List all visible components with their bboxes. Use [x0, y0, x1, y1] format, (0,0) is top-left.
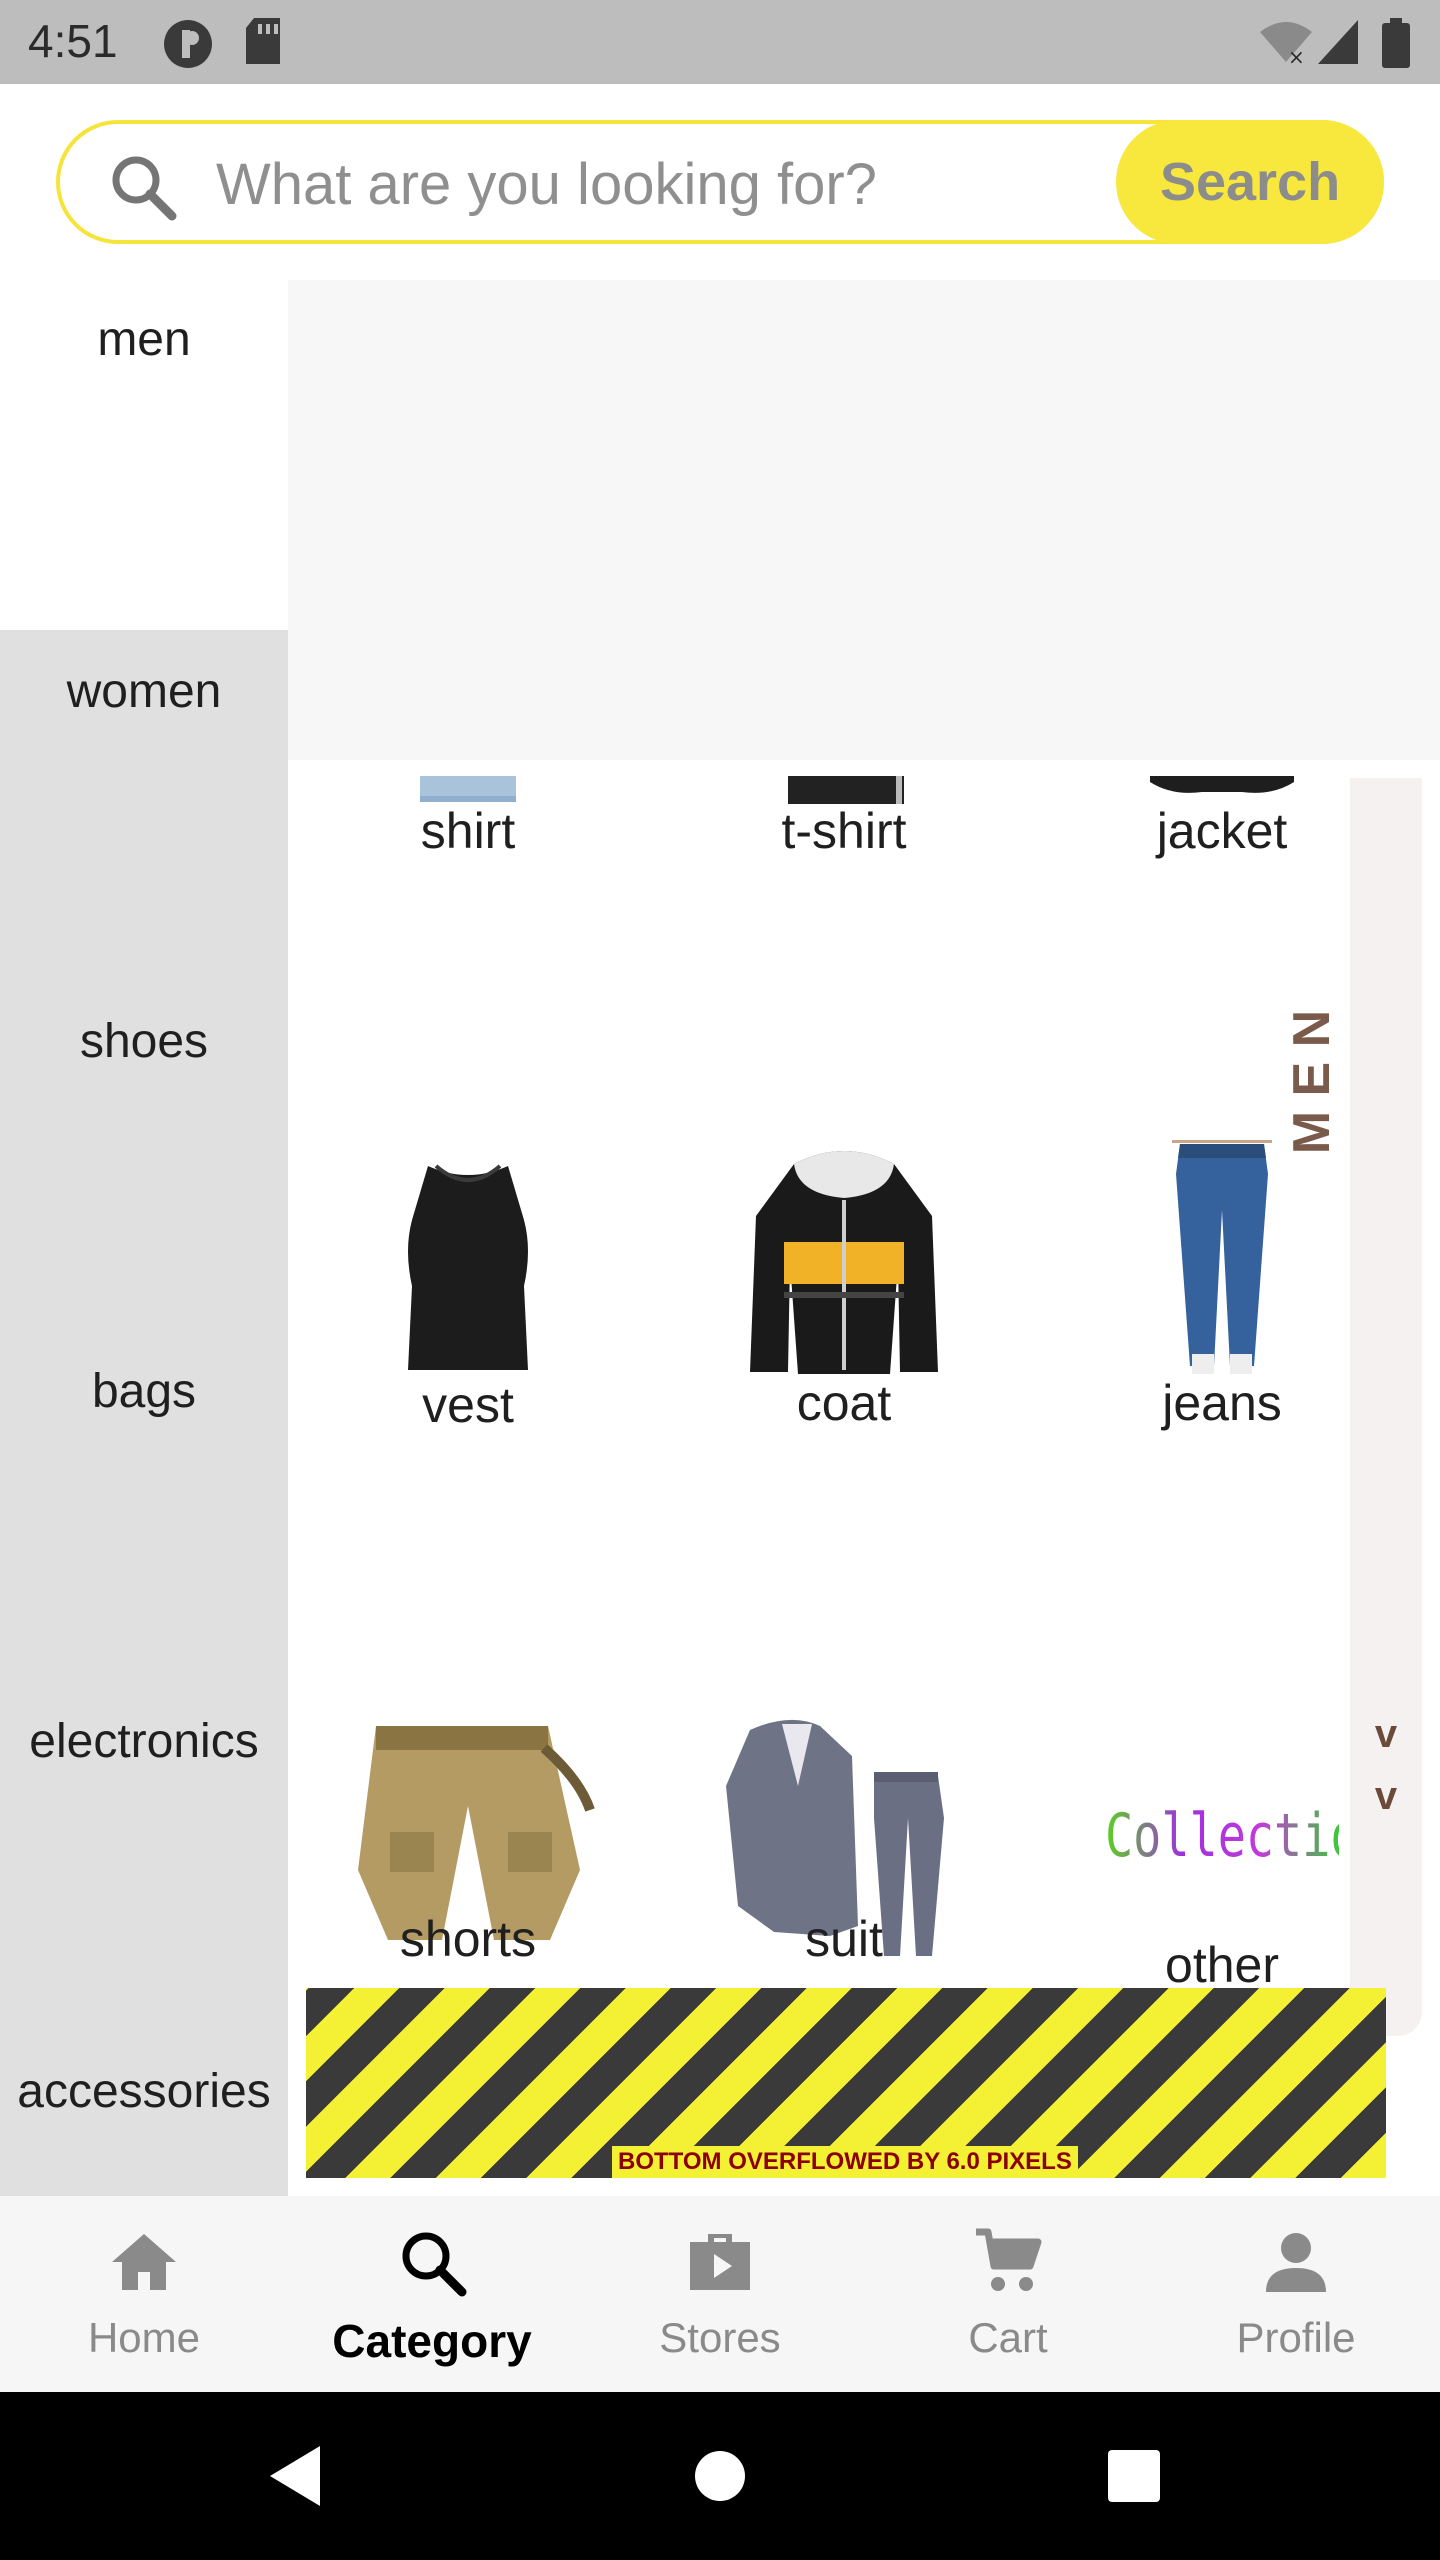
collection-logo: Collection [1105, 1788, 1387, 1884]
category-item-shirt[interactable]: shirt [318, 776, 618, 860]
nav-stores[interactable]: Stores [576, 2196, 864, 2392]
nav-profile[interactable]: Profile [1152, 2196, 1440, 2392]
chevron-down-icon: v [1374, 1774, 1398, 1818]
coat-image [750, 1151, 938, 1374]
category-item-coat[interactable]: coat [694, 1146, 994, 1432]
sidebar-item-electronics[interactable]: electronics [0, 1564, 288, 1914]
nav-category-label: Category [332, 2315, 532, 2367]
wifi-off-icon: × [1260, 22, 1312, 66]
category-item-label: coat [796, 1375, 892, 1431]
sidebar-item-label: men [97, 313, 191, 366]
back-icon[interactable] [268, 2444, 324, 2508]
signal-icon [1318, 20, 1358, 64]
category-item-label: suit [805, 1911, 883, 1967]
category-item-label: jeans [1162, 1375, 1282, 1431]
bottom-navigation: Home Category Stores Cart Profile [0, 2196, 1440, 2392]
search-input[interactable] [216, 144, 1116, 224]
overflow-message: BOTTOM OVERFLOWED BY 6.0 PIXELS [612, 2146, 1078, 2178]
t-shirt-image [788, 776, 904, 804]
app-notification-icon [164, 20, 212, 68]
sidebar-item-label: women [66, 665, 222, 718]
nav-cart[interactable]: Cart [864, 2196, 1152, 2392]
nav-stores-label: Stores [659, 2314, 781, 2361]
shirt-image [420, 776, 516, 802]
search-button[interactable]: Search [1116, 120, 1384, 244]
status-time: 4:51 [28, 15, 118, 67]
store-bag-icon [690, 2234, 750, 2290]
nav-profile-label: Profile [1236, 2314, 1356, 2361]
home-icon [112, 2234, 176, 2290]
svg-text:×: × [1288, 45, 1305, 66]
jacket-image [1150, 776, 1294, 793]
sd-card-icon [246, 18, 280, 64]
category-item-vest[interactable]: vest [318, 1160, 618, 1434]
category-item-label: t-shirt [781, 803, 907, 859]
sidebar-item-label: bags [91, 1365, 197, 1418]
status-bar: 4:51 × [0, 0, 1440, 84]
nav-home-label: Home [87, 2314, 201, 2361]
recents-icon[interactable] [1108, 2450, 1160, 2502]
system-navigation-bar [0, 2392, 1440, 2560]
gender-side-rail[interactable]: M E N v v [1283, 778, 1422, 2036]
category-item-label: vest [422, 1377, 514, 1433]
category-item-label: shirt [420, 803, 516, 859]
vest-image [408, 1164, 528, 1370]
category-item-shorts[interactable]: shorts [318, 1720, 618, 1968]
category-item-t-shirt[interactable]: t-shirt [694, 776, 994, 860]
nav-category[interactable]: Category [288, 2196, 576, 2392]
category-item-other[interactable]: Collection other [1072, 1788, 1387, 1994]
home-circle-icon[interactable] [694, 2450, 746, 2502]
chevron-down-icon: v [1374, 1712, 1398, 1756]
category-item-suit[interactable]: suit [694, 1706, 994, 1968]
category-banner [288, 280, 1440, 760]
rail-text: M E N [1283, 1009, 1341, 1155]
person-icon [1266, 2233, 1326, 2292]
sidebar-item-women[interactable]: women [0, 514, 288, 864]
nav-home[interactable]: Home [0, 2196, 288, 2392]
sidebar-item-label: accessories [17, 2065, 271, 2118]
category-sidebar: men women shoes bags electronics accesso… [0, 280, 288, 2196]
nav-cart-label: Cart [968, 2314, 1048, 2361]
category-item-label: shorts [399, 1911, 537, 1967]
battery-icon [1382, 18, 1410, 68]
category-item-jacket[interactable]: jacket [1072, 776, 1372, 860]
search-bar: Search [56, 120, 1384, 244]
sidebar-item-bags[interactable]: bags [0, 1214, 288, 1564]
shorts-image [358, 1726, 595, 1940]
sidebar-item-shoes[interactable]: shoes [0, 864, 288, 1214]
sidebar-item-label: electronics [29, 1715, 259, 1768]
sidebar-item-label: shoes [79, 1015, 209, 1068]
search-icon [112, 156, 177, 221]
overflow-warning: BOTTOM OVERFLOWED BY 6.0 PIXELS [306, 1988, 1386, 2178]
cart-icon [976, 2228, 1042, 2291]
search-icon [402, 2232, 467, 2297]
category-item-label: jacket [1156, 803, 1288, 859]
category-item-label: other [1165, 1937, 1279, 1993]
rail-men-label: M E N [1282, 972, 1342, 1192]
